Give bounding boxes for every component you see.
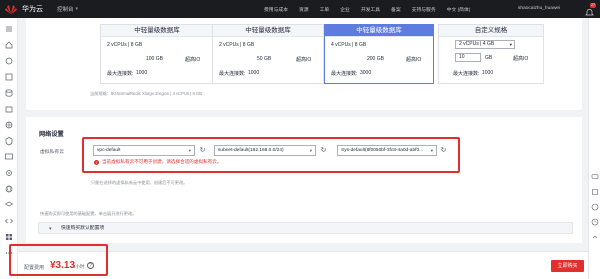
nav-resources[interactable]: 资源 — [299, 6, 309, 13]
network-icon[interactable] — [4, 120, 14, 130]
chat-icon[interactable] — [591, 173, 599, 181]
server-icon[interactable] — [4, 72, 14, 82]
flavor-spec: 2 vCPUs | 8 GB — [219, 42, 255, 48]
flavor-option-1[interactable]: 中轻量级数据库 2 vCPUs | 8 GB 100 GB 超高IO 最大连接数… — [100, 24, 214, 84]
custom-storage-unit: GB — [485, 55, 493, 61]
huawei-cloud-logo-icon[interactable] — [4, 4, 18, 15]
chevron-down-icon: ▾ — [75, 6, 79, 12]
flavor-storage-type: 超高IO — [406, 57, 422, 63]
flavor-storage: 200 GB — [367, 56, 384, 62]
nav-devtools[interactable]: 开发工具 — [361, 6, 380, 13]
custom-storage-type: 超高IO — [513, 56, 529, 62]
quick-config-note: 快速购买即可使用的基础配置，单击展开进行更改。 — [40, 211, 137, 216]
flavor-max-conn: 3000 — [360, 70, 372, 76]
home-icon[interactable] — [4, 40, 14, 50]
brand-name[interactable]: 华为云 — [22, 4, 43, 14]
monitor-icon[interactable] — [4, 152, 14, 162]
chevron-down-icon: ▾ — [49, 226, 52, 232]
cloud-icon[interactable] — [4, 56, 14, 66]
custom-max-conn-label: 最大连接数: — [453, 71, 480, 77]
flavor-max-conn-label: 最大连接数: — [107, 71, 134, 77]
flavor-title: 中轻量级数据库 — [213, 25, 323, 37]
flavor-max-conn: 1000 — [136, 70, 148, 76]
right-sidebar — [588, 18, 600, 279]
flavor-max-conn: 1000 — [248, 70, 260, 76]
custom-flavor-title: 自定义规格 — [439, 25, 543, 37]
custom-max-conn: 1000 — [482, 70, 494, 76]
quick-config-toggle[interactable]: ▾ 快速购买默认配置项 — [38, 222, 573, 234]
help-icon[interactable] — [591, 203, 599, 211]
flavor-max-conn-label: 最大连接数: — [331, 71, 358, 77]
flavor-title: 中轻量级数据库 — [101, 25, 213, 37]
flavor-option-2[interactable]: 中轻量级数据库 2 vCPUs | 8 GB 50 GB 超高IO 最大连接数:… — [212, 24, 324, 84]
console-menu[interactable]: 控制台 — [57, 5, 74, 13]
storage-icon[interactable] — [4, 104, 14, 114]
feedback-icon[interactable] — [591, 188, 599, 196]
clock-icon[interactable] — [591, 218, 599, 226]
globe-icon[interactable] — [4, 184, 14, 194]
quick-config-label: 快速购买默认配置项 — [61, 226, 105, 231]
nav-filing[interactable]: 备案 — [391, 6, 401, 13]
code-icon[interactable] — [4, 216, 14, 226]
custom-storage-input[interactable]: 10 — [455, 53, 481, 62]
user-account[interactable]: shaocaizhu_huawei — [518, 6, 560, 11]
flavor-option-3-selected[interactable]: 中轻量级数据库 4 vCPUs | 8 GB 200 GB 超高IO 最大连接数… — [324, 24, 434, 84]
layers-icon[interactable] — [4, 200, 14, 210]
flavor-max-conn-label: 最大连接数: — [219, 71, 246, 77]
chevron-down-icon: ▾ — [509, 42, 512, 47]
flavor-spec: 4 vCPUs | 8 GB — [331, 42, 367, 48]
current-flavor-note: 当前规格：8GNormalRedis Xlarge 2region | 4 vC… — [90, 91, 203, 96]
fee-highlight-box — [9, 244, 108, 276]
nav-support[interactable]: 支持与服务 — [412, 6, 436, 13]
network-highlight-box — [82, 137, 460, 173]
flavor-storage-type: 超高IO — [185, 57, 201, 63]
database-icon[interactable] — [4, 88, 14, 98]
back-to-top-icon[interactable] — [591, 233, 599, 241]
flavor-storage: 100 GB — [146, 56, 163, 62]
vpc-hint: 只能在选择的虚拟私有云中使用，创建后不可更改。 — [91, 180, 188, 185]
top-nav-links: 费用与成本 资源 工单 企业 开发工具 备案 支持与服务 中文 (简体) — [264, 0, 470, 18]
shield-icon[interactable] — [4, 136, 14, 146]
flavor-storage-type: 超高IO — [296, 57, 312, 63]
custom-storage-value: 10 — [459, 54, 465, 60]
custom-spec-value: 2 vCPUs | 4 GB — [459, 41, 495, 47]
network-section-title: 网络设置 — [39, 131, 64, 138]
flavor-spec: 2 vCPUs | 8 GB — [107, 42, 143, 48]
flavor-storage: 50 GB — [257, 56, 272, 62]
vpc-label: 虚拟私有云 — [40, 150, 64, 155]
nav-cost[interactable]: 费用与成本 — [264, 6, 288, 13]
flavor-title: 中轻量级数据库 — [325, 25, 433, 37]
settings-icon[interactable] — [4, 168, 14, 178]
top-navigation-bar: 华为云 控制台 ▾ 费用与成本 资源 工单 企业 开发工具 备案 支持与服务 中… — [0, 0, 600, 18]
notification-badge: 27 — [590, 3, 596, 8]
apps-icon[interactable] — [4, 232, 14, 242]
nav-language[interactable]: 中文 (简体) — [447, 6, 471, 13]
custom-flavor-option[interactable]: 自定义规格 2 vCPUs | 4 GB ▾ 10 GB 超高IO 最大连接数:… — [438, 24, 544, 84]
custom-spec-select[interactable]: 2 vCPUs | 4 GB ▾ — [455, 40, 515, 49]
notification-bell-icon[interactable]: 27 — [585, 3, 596, 16]
nav-tickets[interactable]: 工单 — [320, 6, 330, 13]
left-sidebar — [0, 18, 18, 279]
nav-enterprise[interactable]: 企业 — [340, 6, 350, 13]
menu-icon[interactable] — [4, 24, 14, 34]
buy-now-button[interactable]: 立即购买 — [551, 260, 584, 272]
